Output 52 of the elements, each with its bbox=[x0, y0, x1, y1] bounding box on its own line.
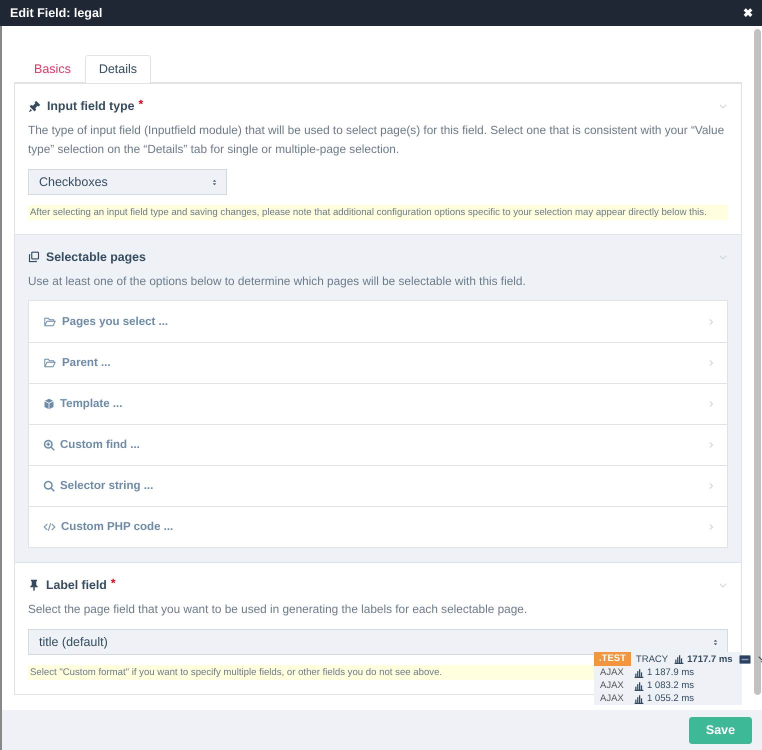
ajax-time[interactable]: 1 055.2 ms bbox=[647, 693, 694, 704]
bar-chart-icon bbox=[634, 694, 644, 704]
window-title: Edit Field: legal bbox=[10, 6, 102, 20]
request-time[interactable]: 1717.7 ms bbox=[687, 654, 733, 664]
ajax-time[interactable]: 1 083.2 ms bbox=[647, 680, 694, 691]
bar-chart-icon bbox=[634, 680, 644, 690]
chevron-right-icon bbox=[707, 399, 715, 409]
ajax-label: AJAX bbox=[599, 680, 625, 691]
required-mark: * bbox=[110, 576, 116, 590]
tab[interactable]: Details bbox=[84, 55, 152, 83]
section-description: Use at least one of the options below to determine which pages will be selectable with this field. bbox=[28, 273, 527, 290]
pin-icon bbox=[28, 579, 40, 591]
field-note: Select "Custom format" if you want to specify multiple fields, or other fields you do not see above. bbox=[30, 667, 442, 678]
chevron-right-icon bbox=[707, 440, 715, 450]
section-title: Selectable pages bbox=[46, 250, 146, 264]
cube-icon bbox=[43, 398, 55, 410]
search-icon bbox=[43, 480, 55, 492]
section-title: Label field bbox=[46, 578, 107, 592]
chevron-right-icon bbox=[707, 481, 715, 491]
bar-chart-icon bbox=[634, 668, 644, 678]
ajax-time[interactable]: 1 187.9 ms bbox=[647, 667, 694, 678]
select-field[interactable]: Checkboxes bbox=[28, 169, 227, 195]
debug-bar-label[interactable]: TRACY bbox=[636, 654, 668, 664]
option-row[interactable]: Custom find ... bbox=[29, 424, 727, 465]
chevron-right-icon bbox=[707, 522, 715, 532]
environment-badge: .TEST bbox=[594, 652, 631, 666]
chevron-right-icon bbox=[707, 358, 715, 368]
select-field[interactable]: title (default) bbox=[28, 629, 728, 655]
option-row[interactable]: Custom PHP code ... bbox=[29, 506, 727, 547]
copy-icon bbox=[28, 251, 40, 263]
option-row[interactable]: Pages you select ... bbox=[29, 301, 727, 342]
bar-chart-icon bbox=[674, 654, 684, 664]
close-button[interactable]: ✖ bbox=[743, 6, 753, 20]
option-row[interactable]: Parent ... bbox=[29, 342, 727, 383]
option-row[interactable]: Template ... bbox=[29, 383, 727, 424]
select-arrows-icon bbox=[211, 178, 218, 186]
option-row[interactable]: Selector string ... bbox=[29, 465, 727, 506]
required-mark: * bbox=[138, 97, 144, 111]
folder-icon bbox=[43, 316, 57, 328]
code-icon bbox=[43, 521, 56, 533]
section-description: Select the page field that you want to be used in generating the labels for each selectable page. bbox=[28, 601, 528, 618]
select-arrows-icon bbox=[712, 638, 719, 646]
field-note: After selecting an input field type and saving changes, please note that additional configuration options specific to your selection may appear directly below this. bbox=[30, 207, 707, 218]
scrollbar[interactable] bbox=[754, 29, 760, 695]
chevron-right-icon bbox=[707, 316, 715, 326]
zoom-in-icon bbox=[43, 439, 55, 451]
tab[interactable]: Basics bbox=[20, 55, 85, 83]
ajax-label: AJAX bbox=[599, 667, 625, 678]
section-title: Input field type bbox=[47, 99, 134, 113]
folder-icon bbox=[43, 357, 57, 369]
ajax-label: AJAX bbox=[599, 693, 625, 704]
section-description: The type of input field (Inputfield module) that will be used to select page(s) for this field. Select one that is consistent with your “Value type” selection on the “Details” tab for single or multiple-page selection. bbox=[28, 122, 726, 158]
